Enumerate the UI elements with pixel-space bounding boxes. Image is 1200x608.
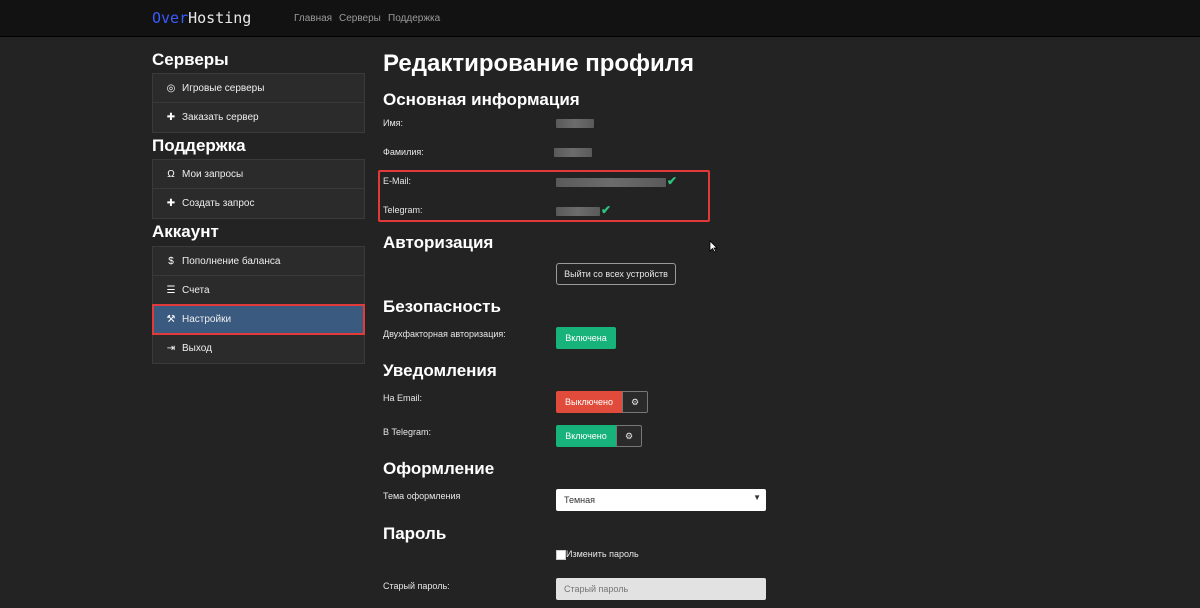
sidebar-item-balance[interactable]: $ Пополнение баланса [153, 247, 364, 276]
notify-telegram-label: В Telegram: [383, 427, 432, 437]
section-title-auth: Авторизация [383, 233, 494, 252]
surname-value-redacted [554, 148, 592, 157]
sidebar-item-label: Игровые серверы [182, 82, 265, 94]
sidebar-item-settings[interactable]: ⚒ Настройки [152, 304, 365, 335]
sidebar-item-label: Создать запрос [182, 198, 255, 209]
nav-link-home[interactable]: Главная [294, 13, 332, 24]
dollar-icon: $ [168, 255, 174, 267]
sidebar-group-account: $ Пополнение баланса ☰ Счета ⚒ Настройки… [152, 246, 365, 364]
sidebar-item-label: Настройки [182, 313, 232, 325]
sidebar-item-logout[interactable]: ⇥ Выход [153, 334, 364, 363]
sidebar-title-support: Поддержка [152, 136, 246, 155]
telegram-verified-icon: ✔ [601, 203, 612, 217]
section-title-password: Пароль [383, 524, 447, 543]
twofa-toggle-button[interactable]: Включена [556, 327, 616, 349]
email-verified-icon: ✔ [667, 174, 678, 188]
gear-icon: ⚙ [624, 430, 634, 441]
section-title-basic: Основная информация [383, 90, 580, 109]
sidebar-item-label: Заказать сервер [182, 112, 259, 123]
top-navbar: OverHosting Главная Серверы Поддержка [0, 0, 1200, 37]
name-value-redacted [556, 119, 594, 128]
nav-link-servers[interactable]: Серверы [339, 13, 381, 24]
email-value-redacted [556, 178, 666, 187]
name-label: Имя: [383, 118, 404, 128]
telegram-label: Telegram: [383, 205, 423, 215]
sidebar-title-account: Аккаунт [152, 222, 219, 241]
twofa-label: Двухфакторная авторизация: [383, 329, 506, 339]
sidebar-item-label: Выход [182, 343, 212, 354]
brand-logo[interactable]: OverHosting [152, 9, 251, 27]
change-password-checkbox[interactable] [556, 550, 566, 560]
list-icon: ☰ [166, 284, 176, 296]
sidebar-item-create-request[interactable]: ✚ Создать запрос [153, 189, 364, 218]
mouse-cursor-icon [709, 240, 718, 253]
section-title-security: Безопасность [383, 297, 501, 316]
sidebar-item-label: Мои запросы [182, 168, 244, 180]
sidebar-group-servers: ◎ Игровые серверы ✚ Заказать сервер [152, 73, 365, 133]
section-title-notifications: Уведомления [383, 361, 497, 380]
brand-part-2: Hosting [188, 9, 252, 27]
telegram-value-redacted [556, 207, 600, 216]
theme-select-value: Темная [564, 495, 596, 505]
headphones-icon: Ω [167, 168, 175, 180]
gear-icon: ⚙ [630, 396, 640, 407]
nav-link-support[interactable]: Поддержка [388, 13, 440, 24]
section-title-appearance: Оформление [383, 459, 495, 478]
sidebar-group-support: Ω Мои запросы ✚ Создать запрос [152, 159, 365, 219]
brand-part-1: Over [152, 9, 189, 27]
notify-email-settings-button[interactable]: ⚙ [622, 391, 648, 413]
sidebar-item-label: Пополнение баланса [182, 255, 281, 267]
wrench-icon: ⚒ [166, 313, 176, 325]
old-password-label: Старый пароль: [383, 581, 450, 591]
notify-telegram-toggle-button[interactable]: Включено [556, 425, 616, 447]
email-label: E-Mail: [383, 176, 412, 186]
theme-label: Тема оформления [383, 491, 461, 501]
logout-all-devices-button[interactable]: Выйти со всех устройств [556, 263, 676, 285]
sidebar-title-servers: Серверы [152, 50, 229, 69]
theme-select[interactable]: Темная ▼ [556, 489, 766, 511]
page-title: Редактирование профиля [383, 50, 695, 77]
notify-telegram-settings-button[interactable]: ⚙ [616, 425, 642, 447]
sidebar-item-invoices[interactable]: ☰ Счета [153, 276, 364, 305]
change-password-label[interactable]: Изменить пароль [566, 549, 639, 559]
surname-label: Фамилия: [383, 147, 424, 157]
sidebar-item-label: Счета [182, 284, 210, 296]
notify-email-toggle-button[interactable]: Выключено [556, 391, 622, 413]
gamepad-icon: ◎ [166, 82, 176, 94]
sidebar-item-my-requests[interactable]: Ω Мои запросы [153, 160, 364, 189]
plus-icon: ✚ [166, 198, 176, 209]
caret-down-icon: ▼ [753, 493, 761, 502]
plus-icon: ✚ [166, 112, 176, 123]
notify-email-label: На Email: [383, 393, 423, 403]
old-password-input[interactable] [556, 578, 766, 600]
sidebar-item-order-server[interactable]: ✚ Заказать сервер [153, 103, 364, 132]
sign-out-icon: ⇥ [166, 343, 176, 354]
sidebar-item-game-servers[interactable]: ◎ Игровые серверы [153, 74, 364, 103]
